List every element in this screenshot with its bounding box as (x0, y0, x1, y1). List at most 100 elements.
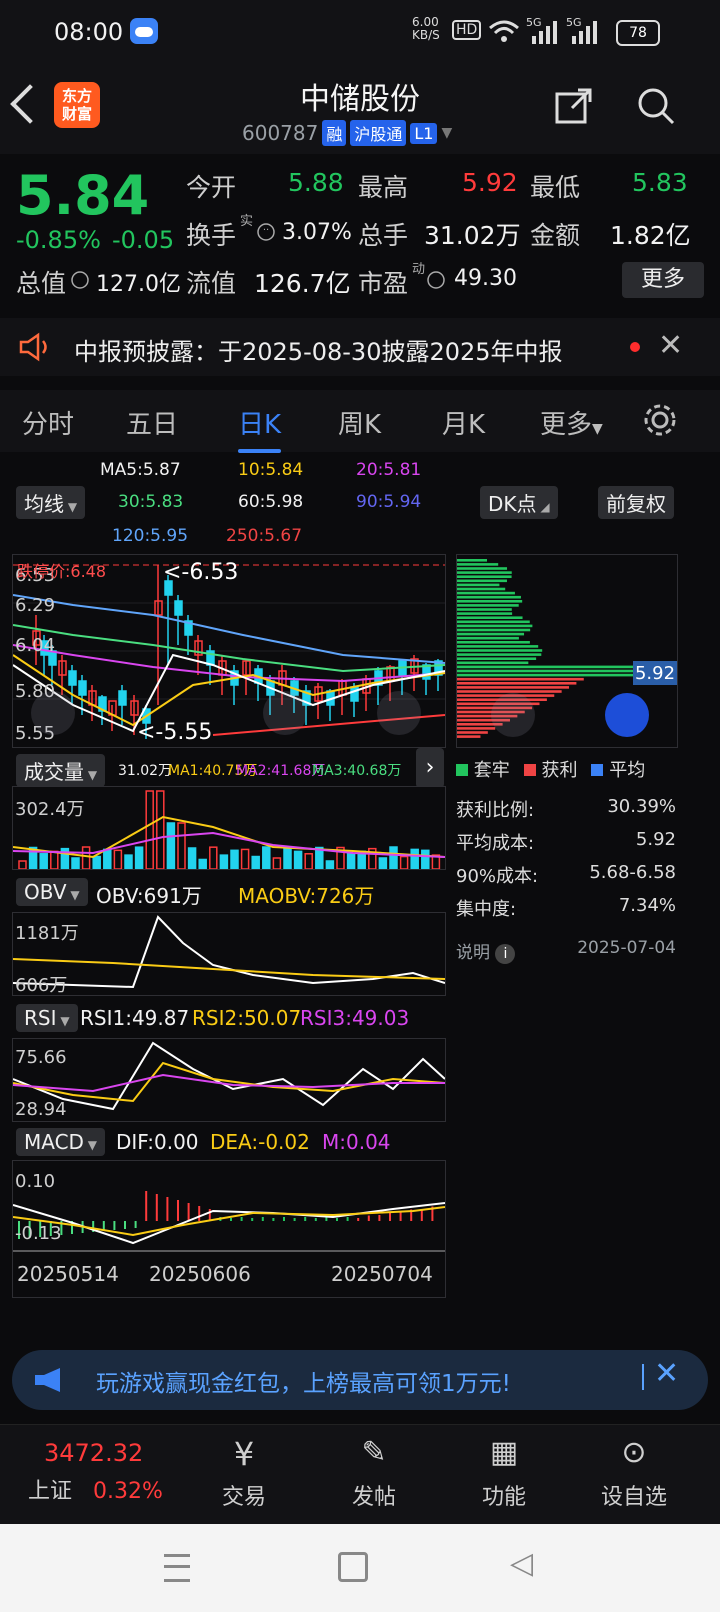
rsi1-line (12, 1041, 446, 1111)
volume-bar (230, 849, 239, 870)
grid-icon: ▦ (489, 1435, 519, 1470)
chip-note-button[interactable]: 说明 i (456, 938, 516, 964)
volume-bar (103, 848, 112, 870)
nav-trade[interactable]: ¥ 交易 (204, 1435, 284, 1511)
chart-area: MA5:5.87 10:5.84 20:5.81 均线 ▼ 30:5.83 60… (0, 460, 720, 1340)
legend-swatch (456, 764, 468, 776)
chip-bar (457, 563, 499, 566)
back-triangle-icon[interactable]: ◁ (510, 1546, 533, 1581)
nav-functions-label: 功能 (481, 1485, 526, 1510)
ma20-legend: 20:5.81 (356, 460, 422, 480)
obv-panel[interactable]: 1181万 606万 (12, 912, 446, 996)
chip-stat-row: 平均成本: 5.92 (456, 829, 676, 862)
rsi2-line (12, 1061, 446, 1103)
dif-line (12, 1202, 446, 1245)
chip-stat-label: 获利比例: (456, 800, 535, 821)
rsi-panel[interactable]: 75.66 28.94 (12, 1038, 446, 1122)
nav-functions[interactable]: ▦ 功能 (464, 1435, 544, 1511)
chip-stat-row: 90%成本: 5.68-6.58 (456, 862, 676, 895)
macd-toggle[interactable]: MACD ▼ (16, 1128, 105, 1156)
pe-dynamic-sup: 动 (412, 262, 426, 277)
chip-stat-value: 5.68-6.58 (589, 862, 676, 883)
chevron-right-icon[interactable]: › (416, 748, 444, 788)
low-value: 5.83 (632, 168, 688, 197)
tab-intraday[interactable]: 分时 (22, 404, 74, 441)
chip-bar (457, 636, 519, 640)
nav-add-watchlist[interactable]: ⊙ 设自选 (594, 1435, 674, 1511)
info-circle-icon[interactable] (426, 270, 446, 290)
rsi-chart: 75.66 28.94 (12, 1041, 446, 1120)
more-button[interactable]: 更多 (622, 262, 704, 298)
chevron-right-icon[interactable] (491, 693, 535, 737)
stock-code-line[interactable]: 600787 融 沪股通 L1 ▼ (242, 120, 452, 146)
rsi-toggle-label: RSI (24, 1006, 57, 1030)
low-label: 最低 (530, 173, 581, 202)
volume-bar (71, 857, 80, 870)
share-icon[interactable] (554, 86, 594, 126)
legend-swatch (591, 764, 604, 776)
volume-toggle-label: 成交量 (24, 760, 84, 784)
chip-bar (457, 616, 523, 619)
volume-bar (50, 850, 59, 870)
volume-toggle[interactable]: 成交量 ▼ (16, 754, 106, 787)
kline-panel[interactable]: 6.53 6.29 6.04 5.80 5.55 跌停价:6.48 <-6.53… (12, 554, 446, 748)
chevron-left-icon[interactable] (377, 691, 421, 735)
volume-bar (219, 854, 229, 870)
volume-panel[interactable]: 302.4万 (12, 786, 446, 870)
tab-monthly-k[interactable]: 月K (442, 404, 485, 441)
market-cap-label: 总值 (16, 269, 67, 298)
chip-stats: 获利比例: 30.39% 平均成本: 5.92 90%成本: 5.68-6.58 集中… (456, 796, 676, 928)
chip-bar (457, 608, 512, 611)
nav-post[interactable]: ✎ 发帖 (334, 1435, 414, 1511)
chip-distribution-panel[interactable]: 5.92 (456, 554, 678, 748)
chip-stat-value: 7.34% (618, 895, 676, 916)
tab-weekly-k[interactable]: 周K (338, 404, 381, 441)
volume-bar (209, 846, 218, 870)
zoom-in-icon[interactable] (263, 691, 307, 735)
expand-icon[interactable] (605, 693, 649, 737)
chip-stat-label: 90%成本: (456, 866, 539, 887)
home-icon[interactable] (338, 1552, 368, 1582)
kline-chart[interactable]: 6.53 6.29 6.04 5.80 5.55 跌停价:6.48 <-6.53… (12, 555, 446, 747)
menu-icon[interactable] (164, 1554, 190, 1582)
macd-panel[interactable]: 0.10 -0.13 20250514 20250606 20250704 (12, 1160, 446, 1298)
corner-arrow-icon: ◢ (536, 500, 550, 514)
close-icon[interactable]: ✕ (658, 328, 683, 363)
connect-tag: 沪股通 (350, 120, 407, 146)
gear-icon[interactable] (642, 402, 678, 438)
chip-stat-label: 集中度: (456, 899, 517, 920)
ma-toggle[interactable]: 均线 ▼ (16, 486, 86, 519)
search-icon[interactable] (636, 86, 676, 126)
nav-add-watchlist-label: 设自选 (600, 1485, 667, 1510)
weather-icon (130, 18, 158, 44)
tab-five-day[interactable]: 五日 (126, 404, 178, 441)
more-circle-icon: ⊙ (621, 1435, 647, 1470)
notice-bar[interactable]: 中报预披露：于2025-08-30披露2025年中报 ✕ (0, 318, 720, 376)
volume-bar (81, 846, 91, 870)
obv-toggle-label: OBV (24, 880, 67, 904)
info-circle-icon[interactable]: ·· (256, 222, 276, 242)
info-circle-icon[interactable] (70, 270, 90, 290)
volume-ytick: 302.4万 (15, 799, 85, 820)
open-label: 今开 (186, 173, 237, 202)
level-tag: L1 (410, 122, 438, 144)
scroll-left-icon[interactable] (31, 691, 75, 735)
promo-banner[interactable]: 玩游戏赢现金红包，上榜最高可领1万元! ✕ (12, 1350, 708, 1410)
nav-post-label: 发帖 (351, 1485, 396, 1510)
high-marker: <-6.53 (163, 560, 238, 585)
rsi-ytick: 28.94 (15, 1099, 67, 1120)
megaphone-icon (35, 1368, 60, 1392)
rsi-toggle[interactable]: RSI ▼ (16, 1004, 78, 1032)
tab-more[interactable]: 更多▼ (540, 404, 603, 441)
volume-bar (389, 846, 398, 870)
obv-toggle[interactable]: OBV ▼ (16, 878, 88, 906)
chip-note-label: 说明 (456, 943, 490, 963)
dk-point-button[interactable]: DK点 ◢ (480, 486, 558, 519)
index-ticker[interactable]: 3472.32 上证 0.32% (28, 1439, 178, 1505)
dif-legend: DIF:0.00 (116, 1130, 199, 1154)
macd-ytick: 0.10 (15, 1171, 55, 1192)
close-icon[interactable]: ✕ (654, 1356, 679, 1391)
adjust-button[interactable]: 前复权 (598, 486, 674, 519)
volume-bar (262, 846, 271, 870)
tab-daily-k[interactable]: 日K (238, 404, 282, 453)
